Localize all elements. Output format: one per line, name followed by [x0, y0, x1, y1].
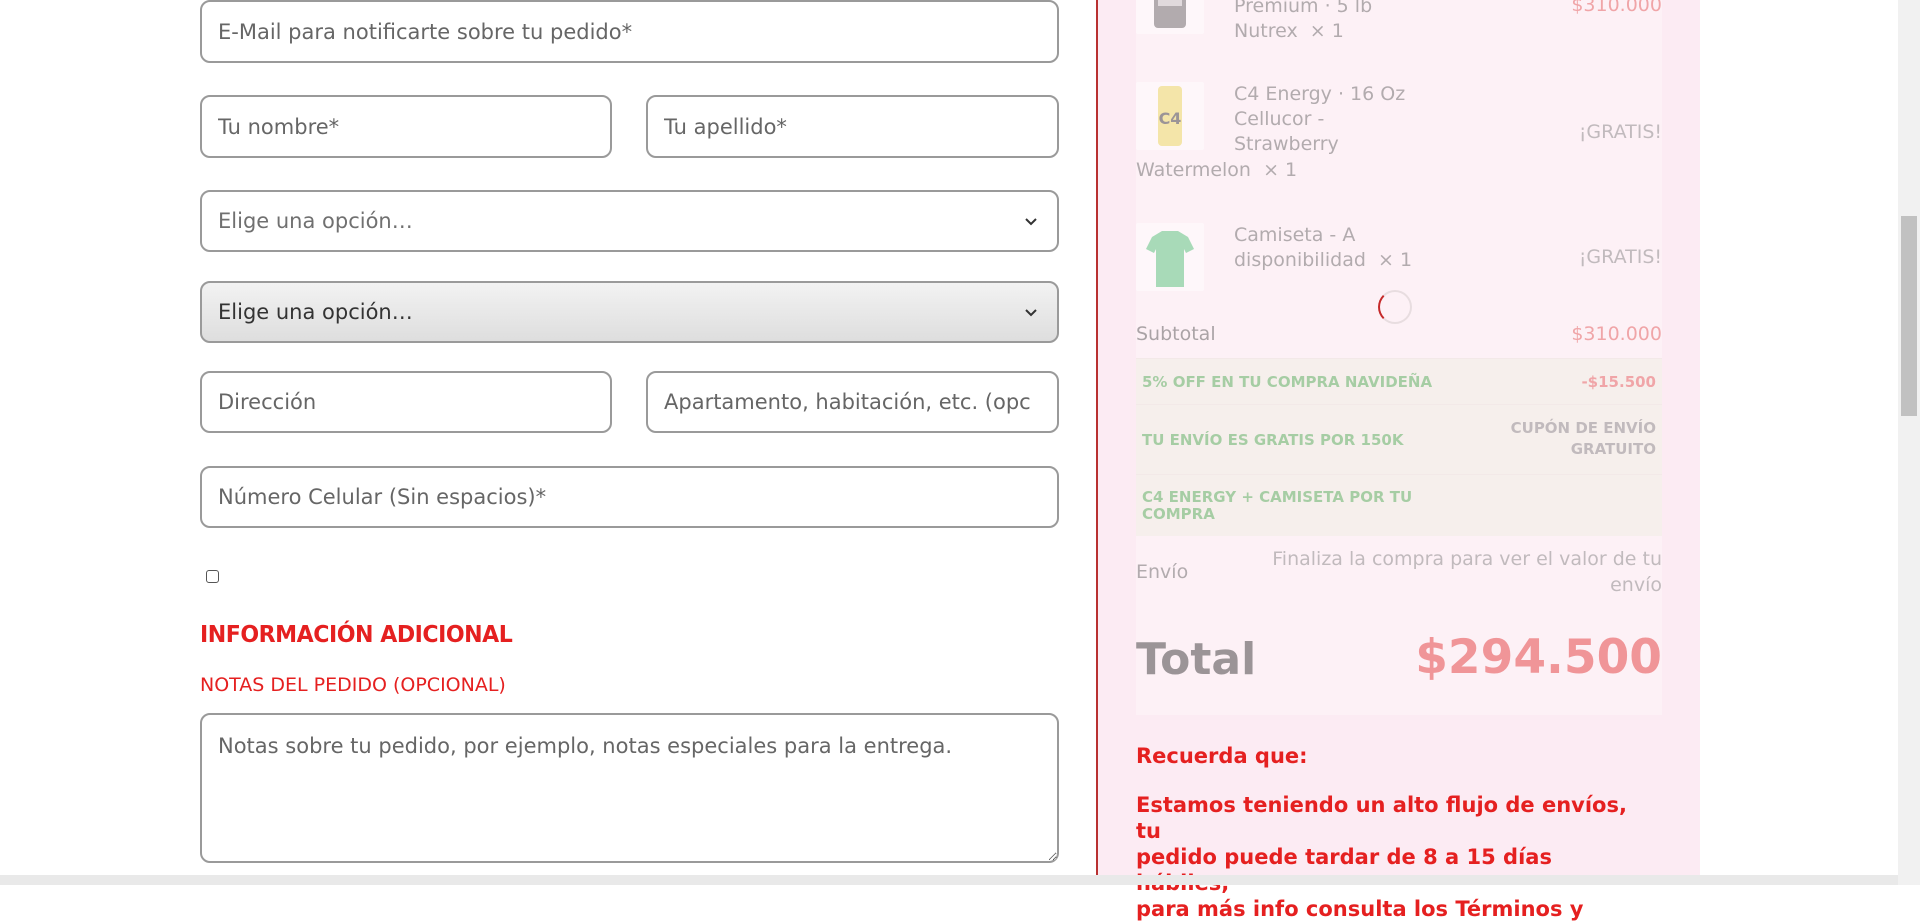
- product-image: [1136, 0, 1204, 34]
- coupon-value: -$15.500: [1581, 373, 1656, 391]
- coupon-label: TU ENVÍO ES GRATIS POR 150K: [1142, 431, 1404, 449]
- svg-text:C4: C4: [1159, 109, 1182, 128]
- subtotal-value: $310.000: [1571, 323, 1662, 345]
- chevron-down-icon: [1025, 218, 1037, 226]
- coupon-row: TU ENVÍO ES GRATIS POR 150K CUPÓN DE ENV…: [1136, 404, 1662, 474]
- department-select[interactable]: Elige una opción…: [200, 190, 1059, 252]
- shipping-note: Finaliza la compra para ver el valor de …: [1272, 548, 1662, 596]
- product-price: $310.000: [1571, 0, 1662, 16]
- scrollbar-track[interactable]: [1898, 0, 1920, 885]
- scrollbar-thumb[interactable]: [1901, 216, 1917, 416]
- product-name-cont: Watermelon × 1: [1136, 159, 1298, 181]
- product-image: C4: [1136, 82, 1204, 150]
- remember-text: Estamos teniendo un alto flujo de envíos…: [1136, 793, 1627, 921]
- last-name-field[interactable]: [646, 95, 1059, 158]
- coupon-row: C4 ENERGY + CAMISETA POR TU COMPRA: [1136, 474, 1662, 536]
- remember-title: Recuerda que:: [1136, 744, 1308, 768]
- product-qty: × 1: [1378, 249, 1413, 271]
- department-select-value: Elige una opción…: [218, 209, 413, 233]
- city-select-value: Elige una opción…: [218, 300, 413, 324]
- chevron-down-icon: [1025, 309, 1037, 317]
- product-price: ¡GRATIS!: [1578, 121, 1662, 143]
- first-name-field[interactable]: [200, 95, 612, 158]
- product-price: ¡GRATIS!: [1578, 246, 1662, 268]
- subtotal-label: Subtotal: [1136, 323, 1216, 345]
- product-name: Camiseta - A disponibilidad × 1: [1234, 224, 1413, 271]
- coupon-label: C4 ENERGY + CAMISETA POR TU COMPRA: [1142, 488, 1413, 523]
- product-image: [1136, 223, 1204, 291]
- product-name: C4 Energy · 16 Oz Cellucor - Strawberry: [1234, 83, 1406, 155]
- energy-can-icon: C4: [1158, 86, 1182, 146]
- address-field[interactable]: [200, 371, 612, 433]
- apartment-field[interactable]: [646, 371, 1059, 433]
- product-qty: × 1: [1263, 159, 1298, 181]
- shipping-label: Envío: [1136, 561, 1189, 583]
- product-qty: × 1: [1309, 20, 1344, 42]
- coupon-value: CUPÓN DE ENVÍO GRATUITO: [1510, 419, 1656, 458]
- coupon-label: 5% OFF EN TU COMPRA NAVIDEÑA: [1142, 373, 1433, 391]
- notes-label: NOTAS DEL PEDIDO (OPCIONAL): [200, 674, 506, 696]
- phone-field[interactable]: [200, 466, 1059, 528]
- coupon-row: 5% OFF EN TU COMPRA NAVIDEÑA -$15.500: [1136, 358, 1662, 404]
- total-label: Total: [1136, 634, 1257, 685]
- city-select[interactable]: Elige una opción…: [200, 281, 1059, 343]
- product-name: Premium · 5 lb Nutrex × 1: [1234, 0, 1373, 42]
- checkbox[interactable]: [206, 570, 219, 583]
- tshirt-icon: [1146, 231, 1194, 287]
- bottom-edge: [0, 875, 1898, 885]
- total-value: $294.500: [1415, 630, 1662, 685]
- email-field[interactable]: [200, 0, 1059, 63]
- loading-spinner-icon: [1378, 290, 1412, 324]
- additional-info-title: INFORMACIÓN ADICIONAL: [200, 622, 513, 648]
- order-notes-textarea[interactable]: [200, 713, 1059, 863]
- protein-tub-icon: [1154, 0, 1186, 28]
